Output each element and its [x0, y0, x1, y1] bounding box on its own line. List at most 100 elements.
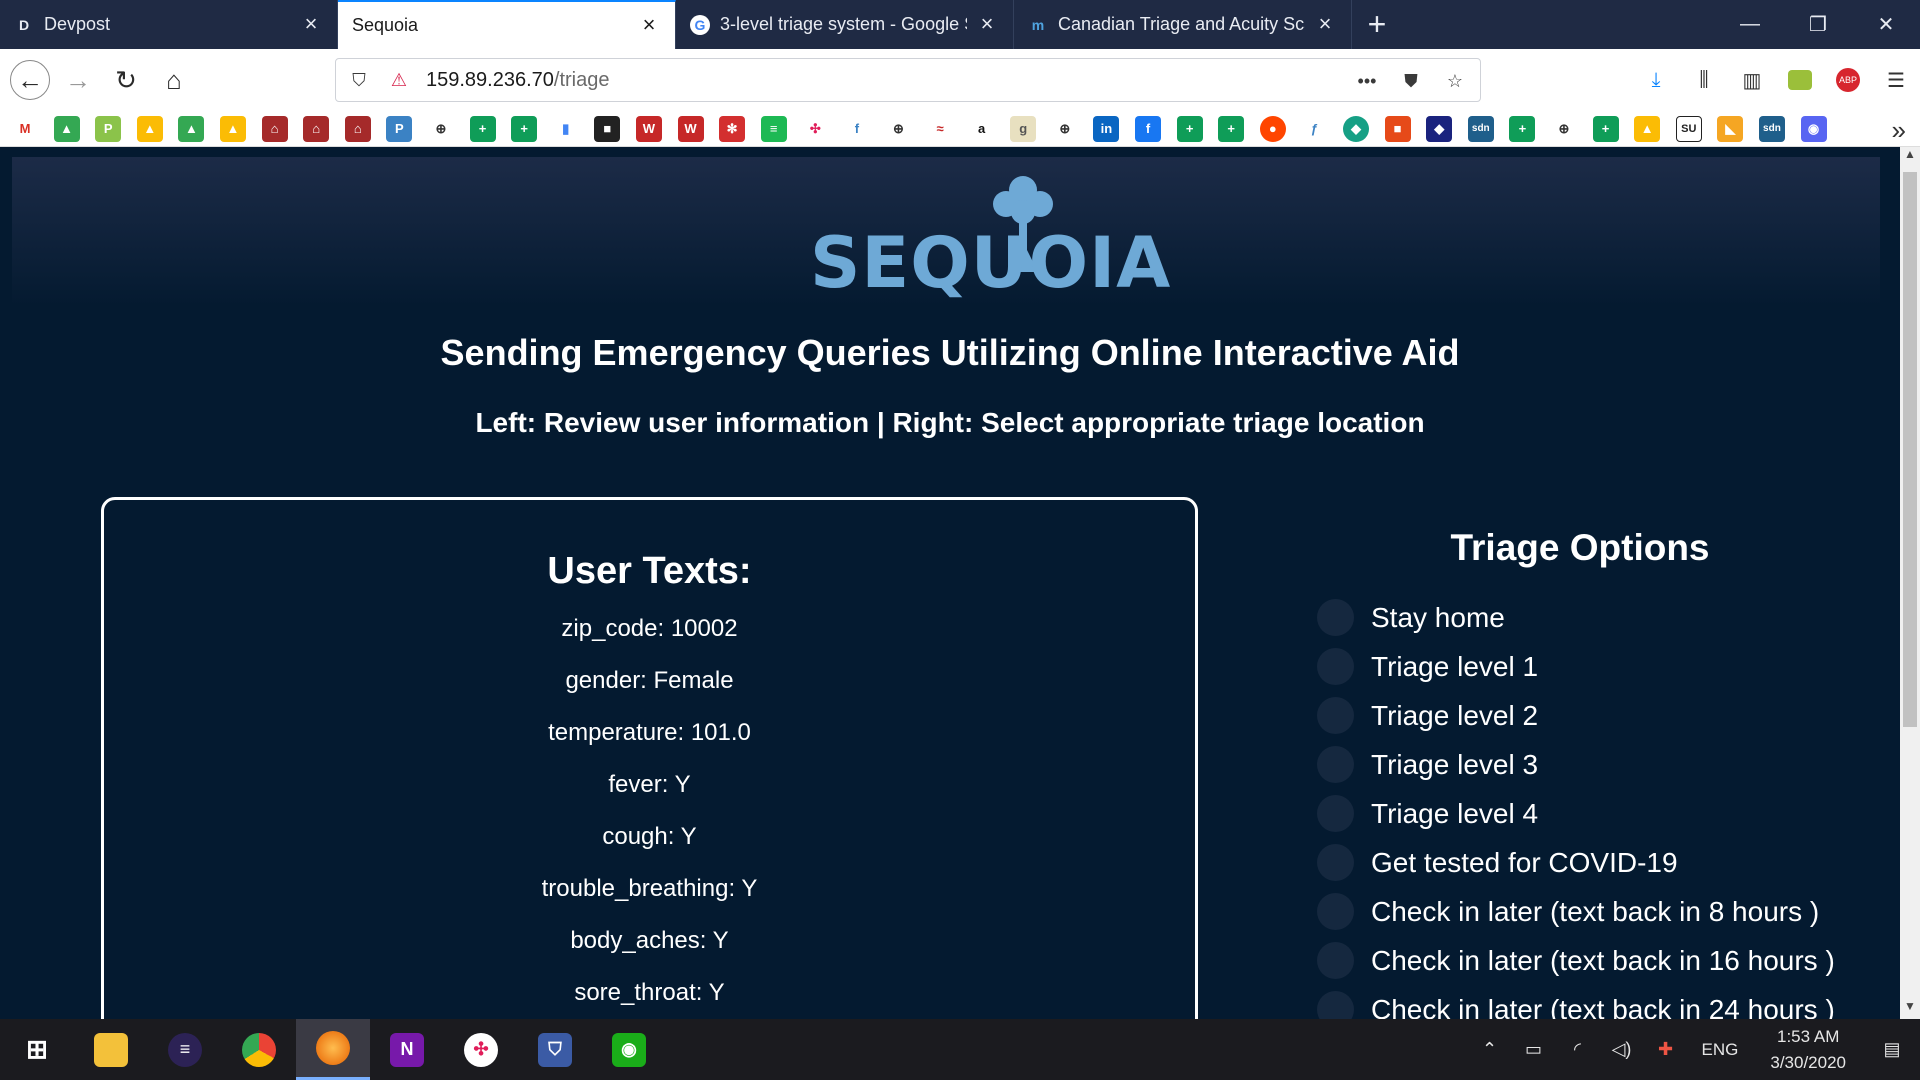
- bookmark-icon[interactable]: ■: [1384, 115, 1411, 142]
- triage-option-check-in-16h[interactable]: Check in later (text back in 16 hours ): [1317, 936, 1835, 985]
- triage-option-level-3[interactable]: Triage level 3: [1317, 740, 1835, 789]
- radio-button[interactable]: [1317, 697, 1354, 734]
- analytics-icon[interactable]: ▮: [553, 116, 579, 142]
- chevron-right-icon[interactable]: »: [1892, 115, 1906, 146]
- sheets-icon[interactable]: +: [469, 115, 496, 142]
- slack-icon[interactable]: ✣: [802, 116, 828, 142]
- triage-option-covid-test[interactable]: Get tested for COVID-19: [1317, 838, 1835, 887]
- radio-button[interactable]: [1317, 844, 1354, 881]
- sidebar-icon[interactable]: ▥: [1728, 60, 1776, 100]
- sheets-icon[interactable]: +: [1218, 115, 1245, 142]
- bookmark-icon[interactable]: ■: [594, 115, 621, 142]
- globe-icon[interactable]: ⊕: [1052, 116, 1078, 142]
- globe-icon[interactable]: ⊕: [885, 116, 911, 142]
- discord-icon[interactable]: ◉: [1800, 115, 1827, 142]
- url-bar[interactable]: ⛉ ⚠ 159.89.236.70/triage ••• ⛊ ☆: [335, 58, 1481, 102]
- drive-icon[interactable]: ▲: [219, 115, 246, 142]
- wifi-icon[interactable]: ◜: [1556, 1019, 1600, 1080]
- triage-option-level-2[interactable]: Triage level 2: [1317, 691, 1835, 740]
- bookmark-icon[interactable]: P: [95, 115, 122, 142]
- bookmark-icon[interactable]: W: [677, 115, 704, 142]
- volume-icon[interactable]: ◁): [1600, 1019, 1644, 1080]
- drive-icon[interactable]: ▲: [178, 115, 205, 142]
- action-center-icon[interactable]: ▤: [1864, 1019, 1920, 1080]
- menu-icon[interactable]: ☰: [1872, 60, 1920, 100]
- linkedin-icon[interactable]: in: [1093, 115, 1120, 142]
- sheets-icon[interactable]: +: [1592, 115, 1619, 142]
- close-icon[interactable]: ×: [1313, 12, 1337, 37]
- bookmark-icon[interactable]: W: [635, 115, 662, 142]
- url-text[interactable]: 159.89.236.70/triage: [426, 69, 610, 92]
- taskbar-onenote[interactable]: N: [370, 1019, 444, 1080]
- close-icon[interactable]: ×: [975, 12, 999, 37]
- close-window-icon[interactable]: ✕: [1852, 0, 1920, 49]
- downloads-icon[interactable]: ⤓: [1632, 60, 1680, 100]
- taskbar-eclipse[interactable]: ≡: [148, 1019, 222, 1080]
- tab-google-sheets[interactable]: G 3-level triage system - Google S ×: [676, 0, 1014, 49]
- drive-icon[interactable]: ▲: [1634, 115, 1661, 142]
- bookmark-icon[interactable]: sdn: [1758, 115, 1785, 142]
- globe-icon[interactable]: ⊕: [1551, 116, 1577, 142]
- reload-button[interactable]: ↻: [106, 60, 146, 100]
- tab-devpost[interactable]: D Devpost ×: [0, 0, 338, 49]
- drive-icon[interactable]: ▲: [136, 115, 163, 142]
- sheets-icon[interactable]: +: [1176, 115, 1203, 142]
- radio-button[interactable]: [1317, 746, 1354, 783]
- library-icon[interactable]: ⫼: [1680, 60, 1728, 100]
- bookmark-icon[interactable]: ◆: [1426, 115, 1453, 142]
- sheets-icon[interactable]: +: [1509, 115, 1536, 142]
- home-button[interactable]: ⌂: [154, 60, 194, 100]
- scroll-thumb[interactable]: [1903, 172, 1917, 727]
- close-icon[interactable]: ×: [299, 12, 323, 37]
- triage-option-stay-home[interactable]: Stay home: [1317, 593, 1835, 642]
- bookmark-icon[interactable]: P: [386, 115, 413, 142]
- triage-option-level-4[interactable]: Triage level 4: [1317, 789, 1835, 838]
- globe-icon[interactable]: ⊕: [428, 116, 454, 142]
- bookmark-icon[interactable]: ◆: [1343, 115, 1369, 142]
- taskbar-chrome[interactable]: [222, 1019, 296, 1080]
- taskbar-firefox[interactable]: [296, 1019, 370, 1080]
- page-scrollbar[interactable]: ▲ ▼: [1900, 147, 1920, 1019]
- start-button[interactable]: ⊞: [0, 1019, 74, 1080]
- taskbar-wechat[interactable]: ◉: [592, 1019, 666, 1080]
- bookmark-star-icon[interactable]: ☆: [1438, 64, 1472, 98]
- taskbar-app[interactable]: ⛉: [518, 1019, 592, 1080]
- goodreads-icon[interactable]: g: [1010, 115, 1037, 142]
- logo[interactable]: SEQUOIA: [810, 172, 1170, 304]
- triage-option-level-1[interactable]: Triage level 1: [1317, 642, 1835, 691]
- back-button[interactable]: ←: [10, 60, 50, 100]
- forward-button[interactable]: →: [58, 60, 98, 100]
- facebook-icon[interactable]: f: [1135, 115, 1162, 142]
- minimize-icon[interactable]: —: [1716, 0, 1784, 49]
- notification-app-icon[interactable]: ✚: [1644, 1019, 1688, 1080]
- bookmark-icon[interactable]: ◣: [1717, 115, 1744, 142]
- university-icon[interactable]: ⌂: [344, 115, 371, 142]
- bookmark-icon[interactable]: SU: [1675, 115, 1702, 142]
- amazon-icon[interactable]: a: [969, 116, 995, 142]
- new-tab-button[interactable]: +: [1352, 0, 1402, 49]
- reddit-icon[interactable]: ●: [1259, 115, 1286, 142]
- triage-option-check-in-24h[interactable]: Check in later (text back in 24 hours ): [1317, 985, 1835, 1019]
- radio-button[interactable]: [1317, 599, 1354, 636]
- clock[interactable]: 1:53 AM 3/30/2020: [1752, 1024, 1864, 1076]
- bookmark-icon[interactable]: ƒ: [1301, 116, 1327, 142]
- tab-sequoia[interactable]: Sequoia ×: [338, 0, 676, 49]
- taskbar-file-explorer[interactable]: [74, 1019, 148, 1080]
- university-icon[interactable]: ⌂: [261, 115, 288, 142]
- restore-icon[interactable]: ❐: [1784, 0, 1852, 49]
- bank-icon[interactable]: ≈: [927, 116, 953, 142]
- battery-icon[interactable]: ▭: [1512, 1019, 1556, 1080]
- bookmark-icon[interactable]: ✻: [719, 115, 746, 142]
- university-icon[interactable]: ⌂: [303, 115, 330, 142]
- radio-button[interactable]: [1317, 942, 1354, 979]
- drive-icon[interactable]: ▲: [53, 115, 80, 142]
- radio-button[interactable]: [1317, 991, 1354, 1019]
- sheets-icon[interactable]: +: [511, 115, 538, 142]
- radio-button[interactable]: [1317, 795, 1354, 832]
- adblock-icon[interactable]: ABP: [1824, 60, 1872, 100]
- taskbar-slack[interactable]: ✣: [444, 1019, 518, 1080]
- bookmark-icon[interactable]: ≡: [760, 115, 787, 142]
- extension-icon[interactable]: [1776, 60, 1824, 100]
- scroll-down-icon[interactable]: ▼: [1900, 999, 1920, 1019]
- bookmark-icon[interactable]: f: [844, 116, 870, 142]
